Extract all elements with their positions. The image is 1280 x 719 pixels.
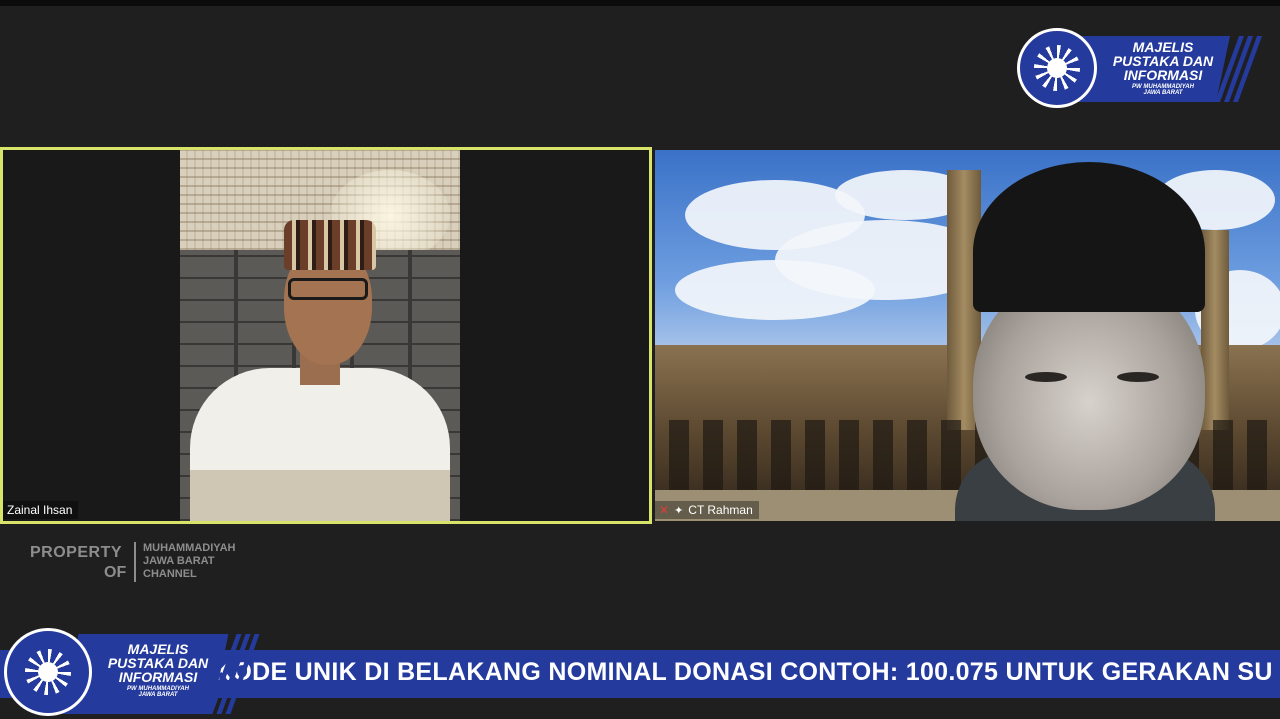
logo-line5: JAWA BARAT: [1143, 90, 1183, 96]
participant-name: Zainal Ihsan: [7, 503, 73, 517]
logo-line3: INFORMASI: [1123, 67, 1203, 83]
watermark-property: PROPERTY: [30, 544, 123, 561]
top-strip: [0, 0, 1280, 6]
logo-line1: MAJELIS: [127, 641, 189, 657]
watermark-ch2: JAWA BARAT: [143, 555, 215, 567]
participant-name-tag: Zainal Ihsan: [3, 501, 79, 519]
participant-name: CT Rahman: [688, 503, 753, 517]
watermark-ch1: MUHAMMADIYAH: [143, 542, 236, 554]
logo-text: MAJELIS PUSTAKA DAN INFORMASI PW MUHAMMA…: [1103, 40, 1223, 96]
logo-line3: INFORMASI: [118, 669, 198, 685]
muhammadiyah-sun-icon: [1017, 28, 1097, 108]
property-watermark: PROPERTY OF MUHAMMADIYAH JAWA BARAT CHAN…: [30, 540, 270, 588]
channel-logo-top: MAJELIS PUSTAKA DAN INFORMASI PW MUHAMMA…: [1017, 28, 1263, 112]
video-tile-zainal-ihsan[interactable]: Zainal Ihsan: [0, 147, 652, 524]
video-tile-ct-rahman[interactable]: ✕ ✦ CT Rahman: [655, 150, 1280, 521]
logo-line1: MAJELIS: [1132, 39, 1194, 55]
logo-text: MAJELIS PUSTAKA DAN INFORMASI PW MUHAMMA…: [96, 642, 220, 698]
participant-name-tag: ✕ ✦ CT Rahman: [655, 501, 759, 519]
channel-logo-bottom: MAJELIS PUSTAKA DAN INFORMASI PW MUHAMMA…: [0, 626, 268, 718]
watermark-ch3: CHANNEL: [143, 568, 197, 580]
logo-stripes: [1214, 36, 1263, 102]
muhammadiyah-sun-icon: [4, 628, 92, 716]
watermark-channel: MUHAMMADIYAH JAWA BARAT CHANNEL: [143, 542, 235, 581]
mic-muted-icon: ✕: [659, 503, 670, 517]
watermark-divider: [134, 542, 136, 582]
pin-icon: ✦: [674, 504, 684, 517]
camera-feed-left: [180, 150, 460, 521]
logo-stripes: [207, 634, 260, 714]
logo-line2: PUSTAKA DAN: [1112, 53, 1214, 69]
logo-line5: JAWA BARAT: [138, 692, 178, 698]
ticker-text: KODE UNIK DI BELAKANG NOMINAL DONASI CON…: [214, 658, 1273, 686]
logo-line2: PUSTAKA DAN: [107, 655, 209, 671]
camera-feed-right: [655, 150, 1280, 521]
watermark-of: OF: [104, 564, 127, 581]
